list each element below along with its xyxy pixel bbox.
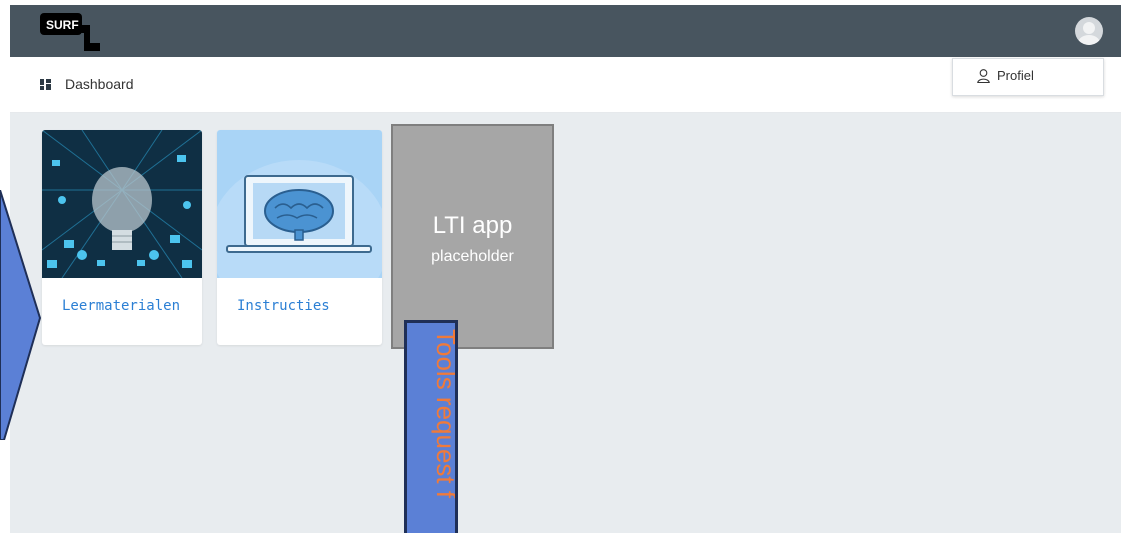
lti-app-placeholder[interactable]: LTI app placeholder — [391, 124, 554, 349]
card-instructies[interactable]: Instructies — [217, 130, 382, 345]
grid-icon — [40, 79, 51, 90]
surf-logo[interactable]: SURF — [40, 13, 100, 51]
annotation-text: Tools request f — [431, 329, 458, 499]
user-icon — [977, 69, 990, 83]
top-navbar: SURF — [10, 5, 1121, 57]
card-title[interactable]: Instructies — [237, 298, 330, 314]
profile-dropdown[interactable]: Profiel — [952, 58, 1104, 96]
card-title[interactable]: Leermaterialen — [62, 298, 180, 314]
placeholder-title: LTI app — [432, 212, 513, 239]
annotation-arrow-shape — [0, 190, 42, 440]
annotation-callout: Tools request f — [404, 320, 458, 533]
user-avatar-icon[interactable] — [1075, 17, 1103, 45]
svg-text:SURF: SURF — [46, 18, 79, 32]
card-leermaterialen[interactable]: Leermaterialen — [42, 130, 202, 345]
placeholder-subtitle: placeholder — [431, 248, 514, 265]
dashboard-link[interactable]: Dashboard — [65, 76, 134, 92]
profile-menu-item[interactable]: Profiel — [997, 68, 1034, 83]
laptop-brain-illustration — [217, 130, 382, 278]
lightbulb-illustration — [42, 130, 202, 278]
